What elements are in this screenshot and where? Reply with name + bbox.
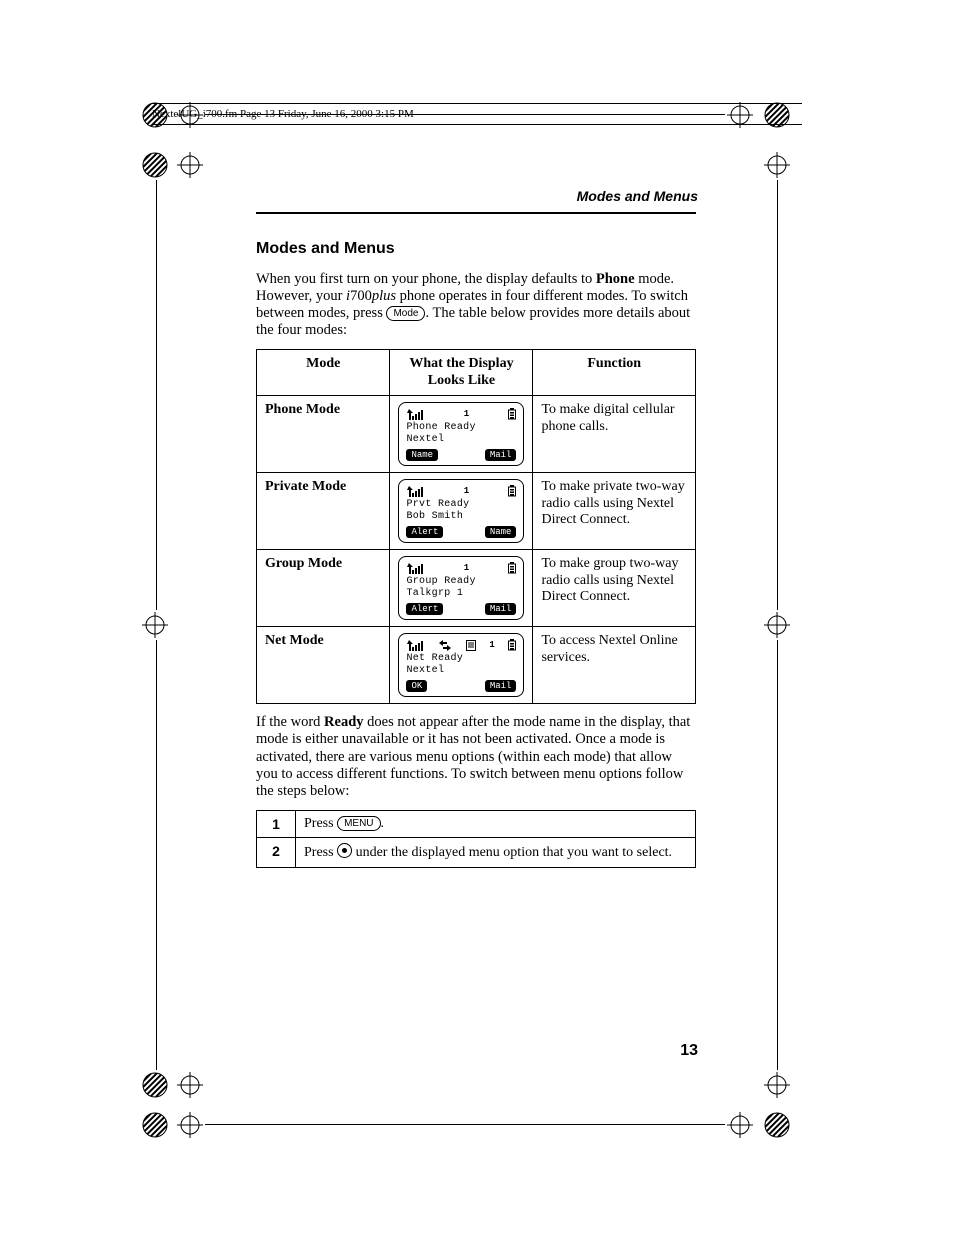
softkey-left: Name	[406, 449, 438, 461]
step-text: Press MENU.	[296, 810, 696, 838]
section-title: Modes and Menus	[256, 240, 696, 259]
modes-table: Mode What the Display Looks Like Functio…	[256, 349, 696, 704]
lcd-line: Prvt Ready	[406, 499, 516, 511]
leader-line	[777, 180, 778, 610]
print-header-text: NextelUG_i700.fm Page 13 Friday, June 16…	[152, 108, 802, 120]
menu-key-icon: MENU	[337, 816, 380, 831]
mode-function: To make group two-way radio calls using …	[533, 550, 696, 627]
running-head: Modes and Menus	[577, 188, 698, 204]
text-italic: plus	[372, 288, 396, 304]
col-function: Function	[533, 350, 696, 396]
mode-display: 1 Group ReadyTalkgrp 1AlertMail	[390, 550, 533, 627]
step-text: Press under the displayed menu option th…	[296, 838, 696, 868]
net-arrows-icon	[438, 640, 452, 651]
step-number: 1	[257, 810, 296, 838]
battery-icon	[508, 639, 516, 651]
softkey-right: Mail	[485, 680, 517, 692]
table-header-row: Mode What the Display Looks Like Functio…	[257, 350, 696, 396]
registration-mark-icon	[140, 1110, 170, 1140]
mode-name: Phone Mode	[257, 396, 390, 473]
signal-icon	[406, 563, 424, 574]
registration-mark-icon	[175, 150, 205, 180]
softkey-right: Mail	[485, 449, 517, 461]
content-rule	[256, 212, 696, 214]
battery-icon	[508, 485, 516, 497]
lcd-line: Phone Ready	[406, 422, 516, 434]
lcd-screen: 1 Prvt ReadyBob SmithAlertName	[398, 479, 524, 543]
text-bold: Ready	[324, 714, 363, 730]
mode-display: 1 Phone ReadyNextelNameMail	[390, 396, 533, 473]
text: When you first turn on your phone, the d…	[256, 271, 596, 287]
col-display: What the Display Looks Like	[390, 350, 533, 396]
mode-function: To make digital cellular phone calls.	[533, 396, 696, 473]
lcd-line: Net Ready	[406, 653, 516, 665]
table-row: Group Mode 1 Group ReadyTalkgrp 1AlertMa…	[257, 550, 696, 627]
mode-display: 1 Net ReadyNextelOKMail	[390, 627, 533, 704]
text: If the word	[256, 714, 324, 730]
text: 700	[350, 288, 372, 304]
leader-line	[777, 640, 778, 1070]
table-row: 2Press under the displayed menu option t…	[257, 838, 696, 868]
registration-mark-icon	[175, 1110, 205, 1140]
battery-icon	[508, 562, 516, 574]
mode-display: 1 Prvt ReadyBob SmithAlertName	[390, 473, 533, 550]
table-row: Private Mode 1 Prvt ReadyBob SmithAlertN…	[257, 473, 696, 550]
softkey-left: Alert	[406, 603, 443, 615]
softkey-left: OK	[406, 680, 427, 692]
signal-icon	[406, 409, 424, 420]
mode-function: To access Nextel Online services.	[533, 627, 696, 704]
page-number: 13	[680, 1042, 698, 1060]
select-key-icon	[337, 843, 352, 858]
registration-mark-icon	[762, 150, 792, 180]
lcd-line: Bob Smith	[406, 511, 516, 523]
registration-mark-icon	[762, 610, 792, 640]
page: NextelUG_i700.fm Page 13 Friday, June 16…	[0, 0, 954, 1235]
intro-paragraph: When you first turn on your phone, the d…	[256, 271, 696, 339]
mode-name: Private Mode	[257, 473, 390, 550]
registration-mark-icon	[140, 1070, 170, 1100]
table-row: Net Mode 1 Net ReadyNextelOKMailTo acces…	[257, 627, 696, 704]
lcd-line: Nextel	[406, 665, 516, 677]
lcd-line: Group Ready	[406, 576, 516, 588]
leader-line	[156, 180, 157, 610]
after-table-paragraph: If the word Ready does not appear after …	[256, 714, 696, 800]
print-header: NextelUG_i700.fm Page 13 Friday, June 16…	[152, 103, 802, 125]
mode-name: Net Mode	[257, 627, 390, 704]
mode-function: To make private two-way radio calls usin…	[533, 473, 696, 550]
lcd-screen: 1 Net ReadyNextelOKMail	[398, 633, 524, 697]
mode-key-icon: Mode	[386, 306, 425, 321]
text-bold: Phone	[596, 271, 635, 287]
signal-icon	[406, 486, 424, 497]
softkey-right: Name	[485, 526, 517, 538]
leader-line	[156, 640, 157, 1070]
softkey-left: Alert	[406, 526, 443, 538]
step-number: 2	[257, 838, 296, 868]
leader-line	[205, 1124, 725, 1125]
col-mode: Mode	[257, 350, 390, 396]
lcd-screen: 1 Group ReadyTalkgrp 1AlertMail	[398, 556, 524, 620]
net-doc-icon	[466, 640, 476, 651]
body: Modes and Menus When you first turn on y…	[256, 240, 696, 868]
registration-mark-icon	[762, 1070, 792, 1100]
registration-mark-icon	[175, 1070, 205, 1100]
steps-table: 1Press MENU.2Press under the displayed m…	[256, 810, 696, 868]
mode-name: Group Mode	[257, 550, 390, 627]
lcd-line: Talkgrp 1	[406, 588, 516, 600]
registration-mark-icon	[762, 1110, 792, 1140]
battery-icon	[508, 408, 516, 420]
signal-icon	[406, 640, 424, 651]
table-row: 1Press MENU.	[257, 810, 696, 838]
lcd-line: Nextel	[406, 434, 516, 446]
registration-mark-icon	[725, 1110, 755, 1140]
table-row: Phone Mode 1 Phone ReadyNextelNameMailTo…	[257, 396, 696, 473]
registration-mark-icon	[140, 610, 170, 640]
lcd-screen: 1 Phone ReadyNextelNameMail	[398, 402, 524, 466]
softkey-right: Mail	[485, 603, 517, 615]
registration-mark-icon	[140, 150, 170, 180]
